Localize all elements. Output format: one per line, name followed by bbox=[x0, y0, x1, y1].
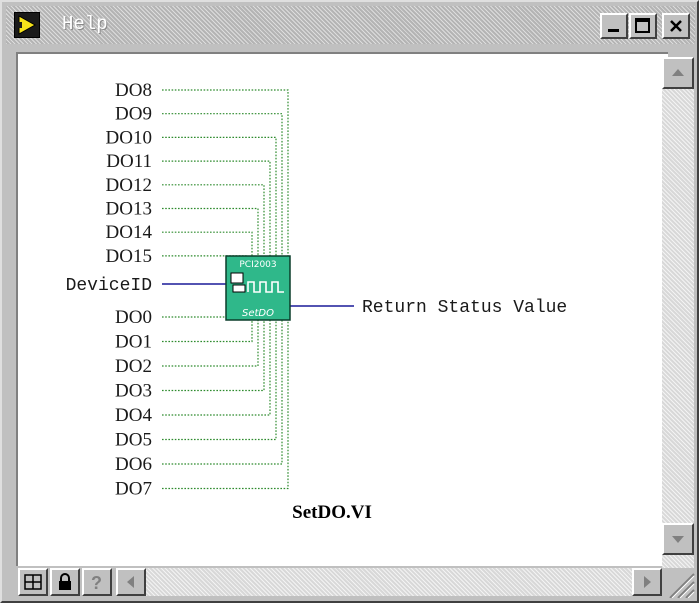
vi-icon-bottom-label: SetDO bbox=[242, 308, 274, 319]
wire-do10 bbox=[162, 136, 277, 256]
vi-icon-top-label: PCI2003 bbox=[239, 260, 276, 270]
resize-grip[interactable] bbox=[662, 568, 696, 599]
scroll-down-button[interactable] bbox=[662, 523, 694, 555]
connector-pane-diagram: DO8 DO9DO10 DO11 DO12 DO13DO14 DO15 DO0 DO1 DO2 D… bbox=[66, 80, 568, 523]
terminal-label-do12: DO12 bbox=[106, 175, 152, 196]
terminal-label-deviceid: DeviceID bbox=[66, 276, 152, 296]
help-window: Help DO8 DO9 DO10 DO11 DO12 DO13 DO14 DO15 DO0 DO… bbox=[0, 0, 699, 603]
svg-text:?: ? bbox=[91, 573, 102, 592]
terminal-label-do9: DO9 bbox=[115, 104, 152, 125]
vi-card-glyph-icon bbox=[232, 284, 246, 293]
scroll-left-button[interactable] bbox=[116, 568, 146, 596]
terminal-label-do5: DO5 bbox=[115, 430, 152, 451]
terminal-label-do3: DO3 bbox=[115, 381, 152, 402]
terminal-label-do15: DO15 bbox=[106, 246, 152, 267]
wire-do14 bbox=[162, 231, 253, 256]
scroll-up-button[interactable] bbox=[662, 57, 694, 89]
wire-do3 bbox=[162, 320, 265, 392]
terminal-label-do10: DO10 bbox=[106, 127, 152, 148]
wire-do5 bbox=[162, 320, 277, 441]
wire-do4 bbox=[162, 320, 271, 416]
wire-do2 bbox=[162, 320, 259, 367]
terminal-label-return-status: Return Status Value bbox=[362, 298, 567, 318]
vi-name-caption: SetDO.VI bbox=[292, 502, 372, 523]
horizontal-scrollbar[interactable] bbox=[116, 568, 662, 596]
terminal-label-do14: DO14 bbox=[106, 222, 153, 243]
vi-pulse-wave-icon bbox=[247, 281, 284, 293]
terminal-label-do13: DO13 bbox=[106, 199, 152, 220]
terminal-label-do1: DO1 bbox=[115, 332, 152, 353]
terminal-label-do6: DO6 bbox=[115, 454, 152, 475]
terminal-label-do8: DO8 bbox=[115, 80, 152, 101]
lock-icon[interactable] bbox=[50, 568, 80, 596]
terminal-label-do0: DO0 bbox=[115, 307, 152, 328]
block-diagram-icon[interactable] bbox=[18, 568, 48, 596]
wire-do7 bbox=[162, 320, 289, 490]
terminal-label-do11: DO11 bbox=[106, 151, 152, 172]
help-question-icon[interactable]: ? bbox=[82, 568, 112, 596]
wire-do1 bbox=[162, 320, 253, 343]
wire-do12 bbox=[162, 184, 265, 256]
vertical-scrollbar[interactable] bbox=[662, 57, 694, 570]
terminal-label-do4: DO4 bbox=[115, 405, 152, 426]
bottom-toolbar: ? bbox=[16, 566, 662, 598]
wire-do8 bbox=[162, 89, 289, 256]
scroll-right-button[interactable] bbox=[632, 568, 662, 596]
terminal-label-do7: DO7 bbox=[115, 479, 152, 500]
vi-device-glyph-icon bbox=[230, 272, 244, 284]
terminal-label-do2: DO2 bbox=[115, 356, 152, 377]
